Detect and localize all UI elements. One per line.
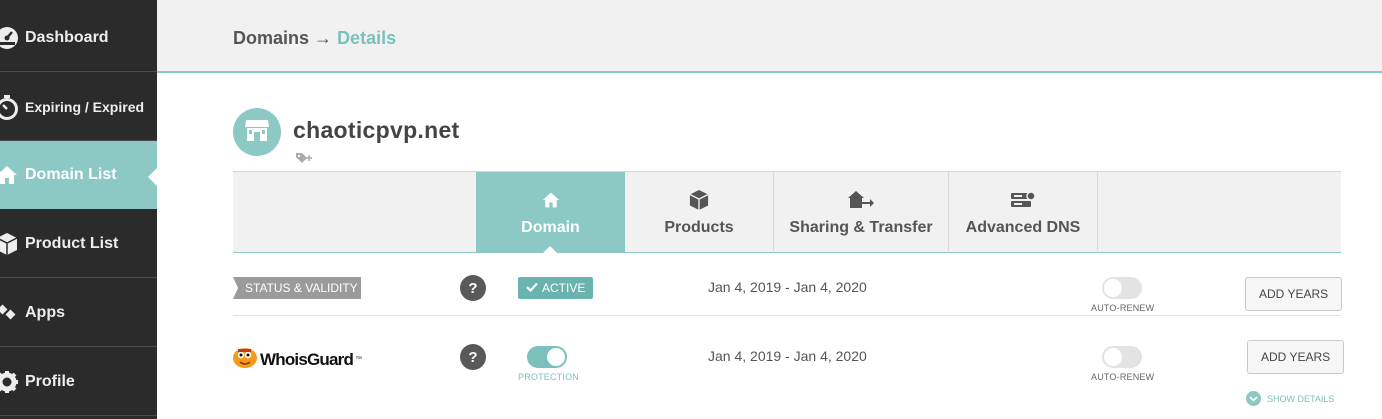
home-icon bbox=[542, 189, 560, 211]
sidebar: Dashboard Expiring / Expired Domain List… bbox=[0, 0, 157, 419]
toggle-knob bbox=[547, 348, 565, 366]
sidebar-item-domain-list[interactable]: Domain List bbox=[0, 141, 157, 209]
domain-tabs: Domain Products Sharing & Transfer Advan… bbox=[233, 171, 1341, 254]
whoisguard-dates: Jan 4, 2019 - Jan 4, 2020 bbox=[708, 348, 867, 364]
auto-renew-label: AUTO-RENEW bbox=[1091, 303, 1155, 313]
show-details-link[interactable]: SHOW DETAILS bbox=[1246, 391, 1334, 406]
protection-toggle[interactable] bbox=[527, 346, 567, 368]
dashboard-icon bbox=[0, 25, 20, 51]
breadcrumb-root-link[interactable]: Domains bbox=[233, 28, 309, 48]
home-icon bbox=[0, 162, 20, 188]
gear-icon bbox=[0, 369, 20, 395]
domain-avatar bbox=[233, 108, 281, 156]
checkmark-icon bbox=[526, 281, 538, 295]
validity-dates: Jan 4, 2019 - Jan 4, 2020 bbox=[708, 279, 867, 295]
sidebar-item-label: Dashboard bbox=[25, 28, 109, 46]
page-header: Domains → Details bbox=[157, 0, 1382, 73]
storefront-icon bbox=[244, 118, 270, 147]
sidebar-item-dashboard[interactable]: Dashboard bbox=[0, 4, 157, 72]
whoisguard-auto-renew-toggle[interactable] bbox=[1102, 346, 1142, 368]
sidebar-item-label: Profile bbox=[25, 372, 75, 390]
row-divider bbox=[233, 315, 1341, 316]
whoisguard-auto-renew-label: AUTO-RENEW bbox=[1091, 372, 1155, 382]
sidebar-item-expiring[interactable]: Expiring / Expired bbox=[0, 73, 157, 141]
chevron-down-icon bbox=[1246, 391, 1261, 406]
whoisguard-add-years-button[interactable]: ADD YEARS bbox=[1247, 340, 1345, 374]
stopwatch-icon bbox=[0, 94, 20, 120]
sidebar-item-profile[interactable]: Profile bbox=[0, 348, 157, 416]
whoisguard-mascot-icon bbox=[232, 345, 258, 374]
status-badge-label: ACTIVE bbox=[542, 281, 586, 295]
server-icon bbox=[1010, 189, 1036, 211]
whoisguard-brand: WhoisGuard bbox=[260, 349, 354, 369]
sidebar-item-apps[interactable]: Apps bbox=[0, 279, 157, 347]
add-tag-icon[interactable] bbox=[295, 151, 313, 169]
status-help-icon[interactable]: ? bbox=[460, 275, 486, 301]
show-details-label: SHOW DETAILS bbox=[1267, 393, 1335, 404]
trademark-symbol: ™ bbox=[355, 356, 363, 363]
breadcrumb: Domains → Details bbox=[233, 28, 396, 49]
sidebar-item-label: Apps bbox=[25, 303, 65, 321]
tab-products[interactable]: Products bbox=[625, 172, 774, 253]
toggle-knob bbox=[1104, 348, 1122, 366]
box-icon bbox=[0, 231, 20, 257]
breadcrumb-current: Details bbox=[337, 28, 397, 48]
tab-advanced-dns[interactable]: Advanced DNS bbox=[949, 172, 1098, 253]
domain-name: chaoticpvp.net bbox=[293, 117, 460, 143]
tab-label: Sharing & Transfer bbox=[789, 218, 933, 236]
tab-sharing-transfer[interactable]: Sharing & Transfer bbox=[774, 172, 949, 253]
whoisguard-help-icon[interactable]: ? bbox=[460, 344, 486, 370]
tab-label: Domain bbox=[521, 218, 580, 236]
add-years-button[interactable]: ADD YEARS bbox=[1245, 277, 1343, 311]
transfer-icon bbox=[848, 189, 874, 211]
auto-renew-toggle[interactable] bbox=[1102, 277, 1142, 299]
sidebar-item-label: Product List bbox=[25, 234, 119, 252]
protection-label: PROTECTION bbox=[518, 372, 580, 382]
tab-label: Advanced DNS bbox=[965, 218, 1081, 236]
status-validity-label: STATUS & VALIDITY bbox=[233, 277, 361, 299]
whoisguard-logo: WhoisGuard ™ bbox=[232, 345, 362, 374]
status-badge: ACTIVE bbox=[518, 277, 594, 299]
sidebar-item-label: Domain List bbox=[25, 166, 117, 183]
tab-label: Products bbox=[664, 218, 734, 236]
sidebar-item-label: Expiring / Expired bbox=[25, 98, 145, 115]
apps-icon bbox=[0, 300, 20, 326]
tab-domain[interactable]: Domain bbox=[476, 172, 625, 254]
box-icon bbox=[689, 189, 709, 211]
sidebar-item-product-list[interactable]: Product List bbox=[0, 210, 157, 278]
breadcrumb-arrow: → bbox=[314, 28, 333, 48]
toggle-knob bbox=[1104, 279, 1122, 297]
